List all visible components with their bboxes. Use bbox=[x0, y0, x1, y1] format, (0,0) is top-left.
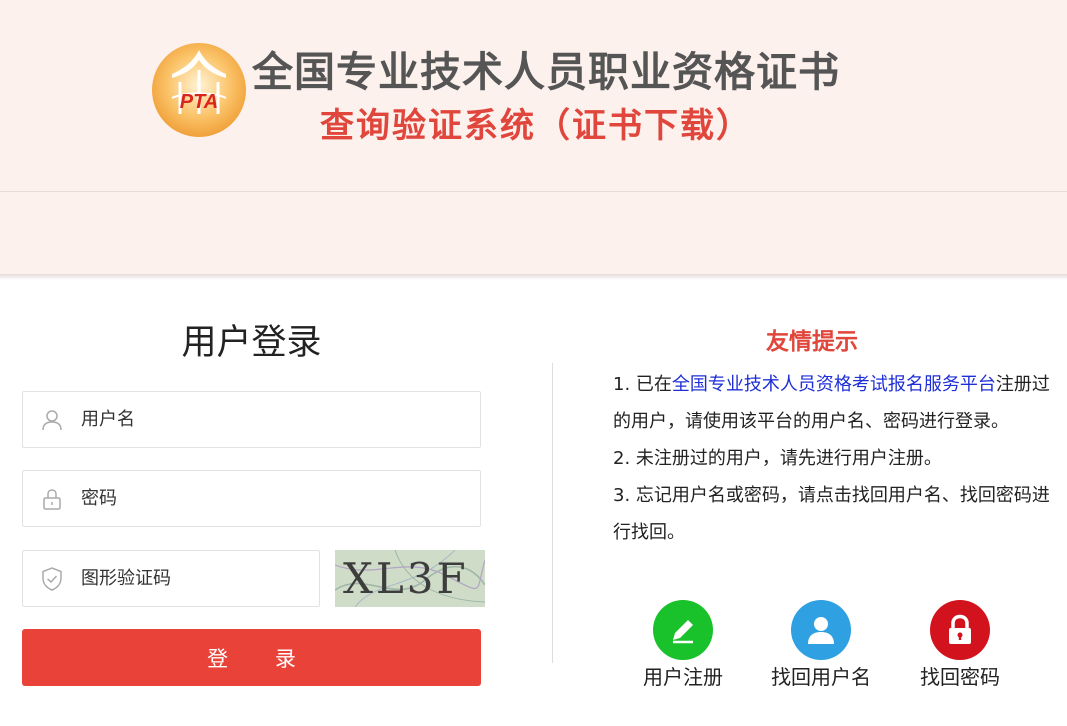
lock-icon bbox=[23, 488, 81, 510]
user-icon bbox=[791, 600, 851, 660]
header-shadow bbox=[0, 274, 1067, 280]
pta-logo: PTA bbox=[150, 42, 248, 138]
password-field[interactable] bbox=[22, 470, 481, 527]
pencil-icon bbox=[653, 600, 713, 660]
recover-username-button[interactable]: 找回用户名 bbox=[751, 600, 891, 690]
header-band bbox=[0, 192, 1067, 276]
tip-1-prefix: 1. 已在 bbox=[613, 374, 672, 395]
register-button[interactable]: 用户注册 bbox=[613, 600, 753, 690]
page-header: PTA 全国专业技术人员职业资格证书 查询验证系统（证书下载） bbox=[0, 0, 1067, 192]
password-input[interactable] bbox=[81, 471, 480, 526]
logo-text: PTA bbox=[180, 91, 219, 113]
recover-username-label: 找回用户名 bbox=[771, 665, 871, 689]
vertical-divider bbox=[552, 363, 553, 663]
login-title: 用户登录 bbox=[181, 323, 322, 363]
recover-password-label: 找回密码 bbox=[920, 665, 1000, 689]
tips-list: 1. 已在全国专业技术人员资格考试报名服务平台注册过的用户，请使用该平台的用户名… bbox=[613, 366, 1053, 551]
exam-platform-link[interactable]: 全国专业技术人员资格考试报名服务平台 bbox=[672, 374, 996, 395]
lock-icon bbox=[930, 600, 990, 660]
recover-password-button[interactable]: 找回密码 bbox=[890, 600, 1030, 690]
tips-title: 友情提示 bbox=[766, 329, 858, 355]
username-field[interactable] bbox=[22, 391, 481, 448]
site-title: 全国专业技术人员职业资格证书 bbox=[252, 48, 840, 96]
captcha-field[interactable] bbox=[22, 550, 320, 607]
tip-item-3: 3. 忘记用户名或密码，请点击找回用户名、找回密码进行找回。 bbox=[613, 485, 1050, 543]
captcha-input[interactable] bbox=[81, 551, 319, 606]
login-button[interactable]: 登 录 bbox=[22, 629, 481, 686]
captcha-image[interactable]: XL3F bbox=[335, 550, 485, 607]
tip-item-1: 1. 已在全国专业技术人员资格考试报名服务平台注册过的用户，请使用该平台的用户名… bbox=[613, 366, 1053, 440]
username-input[interactable] bbox=[81, 392, 480, 447]
captcha-text: XL3F bbox=[343, 554, 469, 603]
site-subtitle: 查询验证系统（证书下载） bbox=[320, 106, 752, 146]
shield-check-icon bbox=[23, 566, 81, 591]
register-label: 用户注册 bbox=[643, 665, 723, 689]
user-icon bbox=[23, 409, 81, 431]
tip-item-2: 2. 未注册过的用户，请先进行用户注册。 bbox=[613, 448, 942, 469]
